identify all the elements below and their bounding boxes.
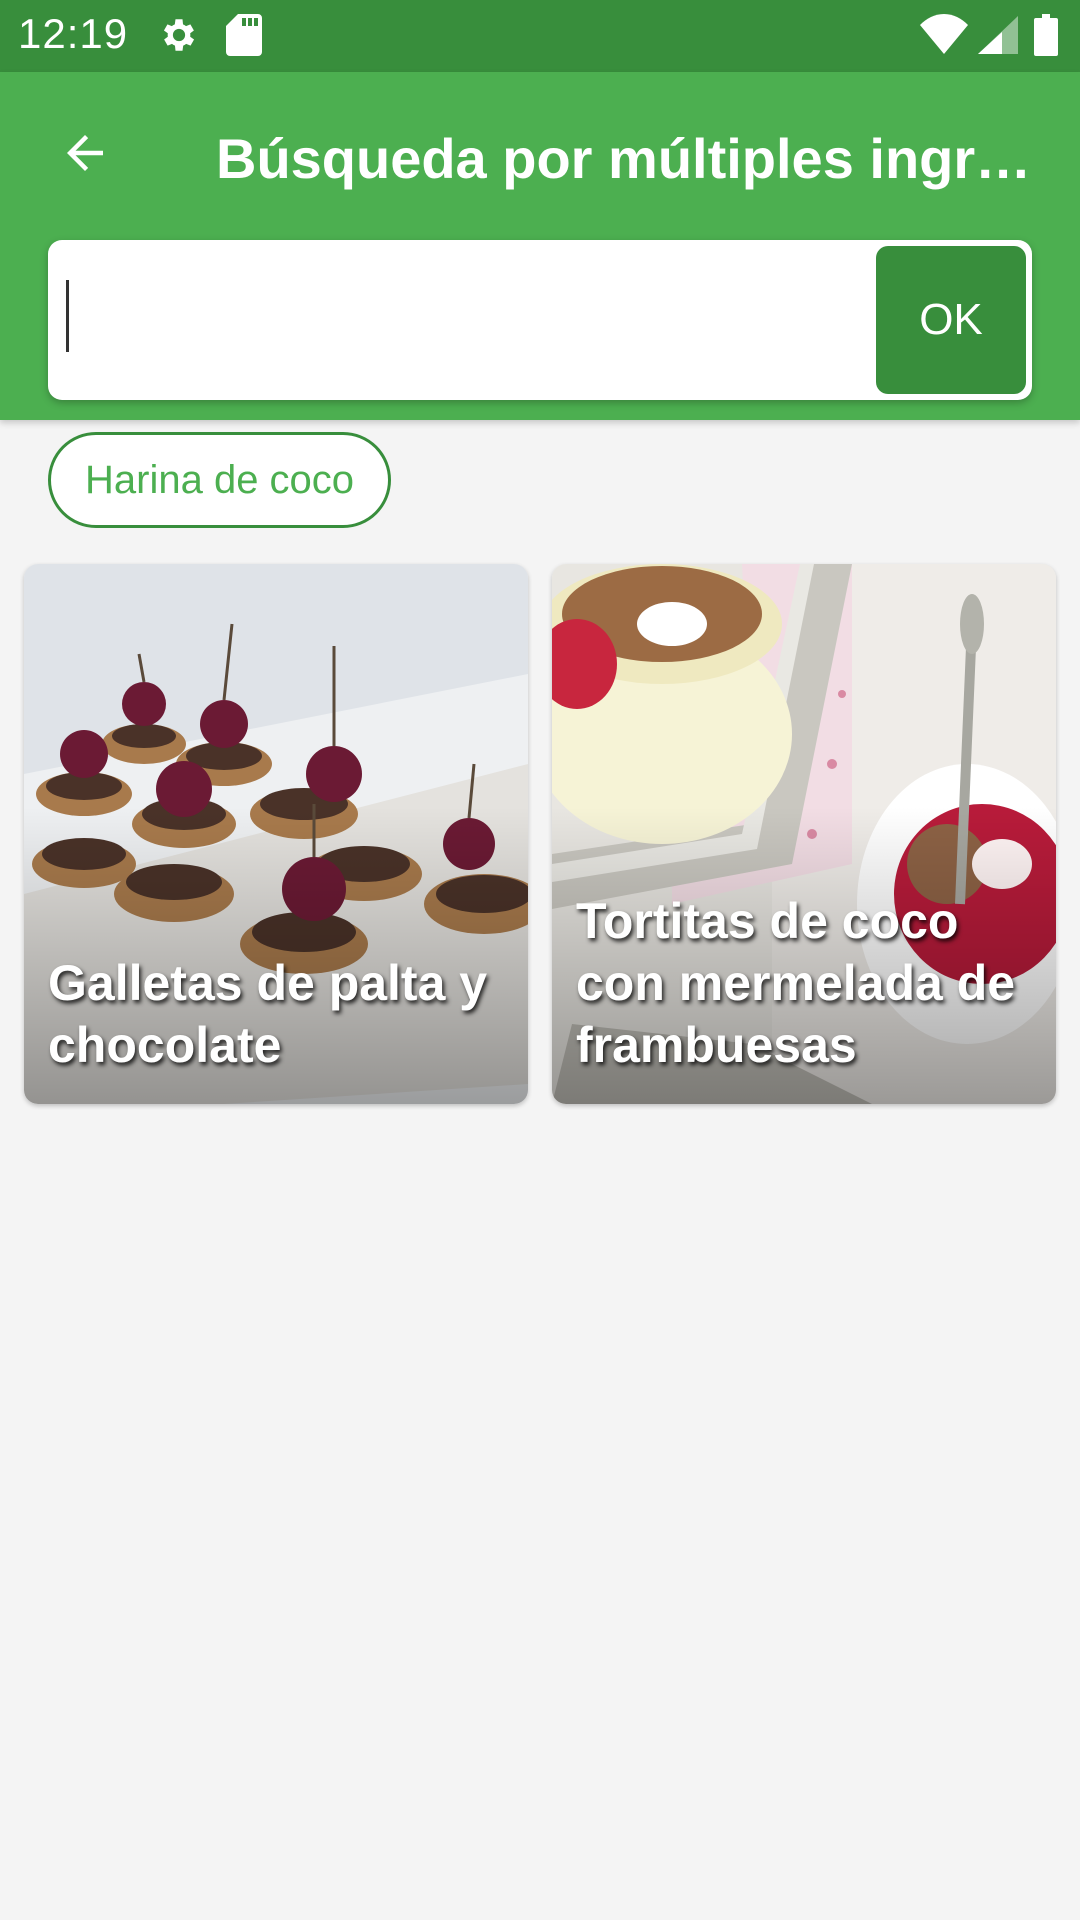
search-box: OK [48,240,1032,400]
page-title: Búsqueda por múltiples ingredientes [216,127,1046,190]
back-button[interactable] [50,118,120,188]
sd-card-icon [226,14,262,61]
arrow-left-icon [67,135,103,171]
status-bar: 12:19 [0,0,1080,72]
signal-icon [978,16,1018,59]
search-input[interactable] [62,254,912,386]
status-time: 12:19 [18,10,129,57]
ok-button[interactable]: OK [876,246,1026,394]
gear-icon [158,14,200,61]
app-bar: Búsqueda por múltiples ingredientes OK [0,72,1080,420]
recipe-title: Galletas de palta y chocolate [48,955,488,1073]
recipe-title: Tortitas de coco con mermelada de frambu… [576,893,1016,1073]
text-caret [66,280,69,352]
recipe-card[interactable]: Galletas de palta y chocolate [24,564,528,1104]
wifi-icon [920,14,968,59]
recipe-card[interactable]: Tortitas de coco con mermelada de frambu… [552,564,1056,1104]
battery-icon [1034,14,1058,61]
ingredient-chip[interactable]: Harina de coco [48,432,392,528]
